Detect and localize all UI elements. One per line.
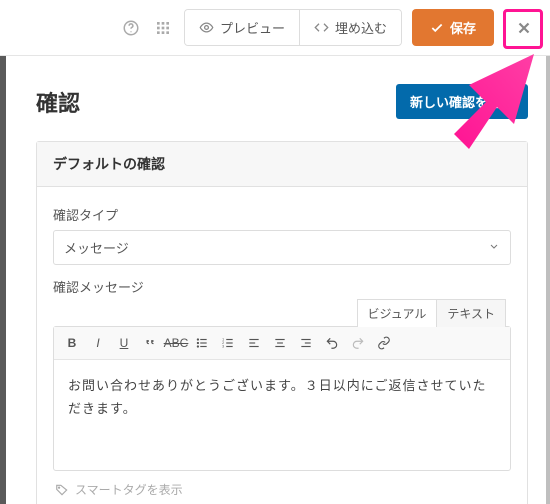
- undo-button[interactable]: [320, 331, 344, 355]
- smart-tags-label: スマートタグを表示: [75, 481, 183, 498]
- confirmation-type-label: 確認タイプ: [53, 205, 511, 224]
- strikethrough-button[interactable]: ABC: [164, 331, 188, 355]
- tab-visual[interactable]: ビジュアル: [357, 299, 438, 327]
- apps-grid-icon[interactable]: [152, 17, 174, 39]
- confirmation-panel: デフォルトの確認 確認タイプ メッセージ 確認メッセージ ビジュアル テキスト: [36, 141, 528, 504]
- message-editor: ビジュアル テキスト B I U ABC: [53, 326, 511, 471]
- preview-label: プレビュー: [220, 18, 285, 37]
- save-button[interactable]: 保存: [412, 9, 494, 46]
- italic-button[interactable]: I: [86, 331, 110, 355]
- align-right-button[interactable]: [294, 331, 318, 355]
- panel-body: 確認タイプ メッセージ 確認メッセージ ビジュアル テキスト B I: [37, 187, 527, 504]
- panel-header: デフォルトの確認: [37, 142, 527, 187]
- redo-button[interactable]: [346, 331, 370, 355]
- link-button[interactable]: [372, 331, 396, 355]
- right-edge: [546, 56, 550, 504]
- page-title: 確認: [36, 86, 80, 118]
- numbered-list-button[interactable]: 123: [216, 331, 240, 355]
- bold-button[interactable]: B: [60, 331, 84, 355]
- check-icon: [430, 21, 444, 35]
- eye-icon: [199, 20, 214, 35]
- close-button[interactable]: [510, 14, 538, 42]
- editor-toolbar: B I U ABC 123: [54, 327, 510, 360]
- bulleted-list-button[interactable]: [190, 331, 214, 355]
- top-toolbar: プレビュー 埋め込む 保存: [0, 0, 550, 56]
- align-center-button[interactable]: [268, 331, 292, 355]
- close-icon: [515, 19, 533, 37]
- smart-tags-toggle[interactable]: スマートタグを表示: [53, 481, 511, 498]
- blockquote-button[interactable]: [138, 331, 162, 355]
- code-icon: [314, 20, 329, 35]
- embed-label: 埋め込む: [335, 18, 387, 37]
- editor-textarea[interactable]: お問い合わせありがとうございます。３日以内にご返信させていただきます。: [54, 360, 510, 470]
- preview-button[interactable]: プレビュー: [185, 10, 299, 45]
- help-icon[interactable]: [120, 17, 142, 39]
- underline-button[interactable]: U: [112, 331, 136, 355]
- tab-text[interactable]: テキスト: [437, 299, 506, 327]
- embed-button[interactable]: 埋め込む: [299, 10, 401, 45]
- content-area: 確認 新しい確認を追加 デフォルトの確認 確認タイプ メッセージ 確認メッセージ…: [6, 56, 546, 504]
- tag-icon: [55, 483, 69, 497]
- select-value: メッセージ: [64, 241, 129, 256]
- svg-text:3: 3: [222, 345, 224, 349]
- confirmation-message-label: 確認メッセージ: [53, 277, 511, 296]
- save-label: 保存: [450, 18, 476, 37]
- page-header: 確認 新しい確認を追加: [36, 84, 528, 119]
- confirmation-type-select[interactable]: メッセージ: [53, 230, 511, 265]
- add-confirmation-button[interactable]: 新しい確認を追加: [396, 84, 528, 119]
- chevron-down-icon: [488, 240, 500, 255]
- preview-embed-group: プレビュー 埋め込む: [184, 9, 402, 46]
- align-left-button[interactable]: [242, 331, 266, 355]
- editor-tabs: ビジュアル テキスト: [357, 299, 506, 327]
